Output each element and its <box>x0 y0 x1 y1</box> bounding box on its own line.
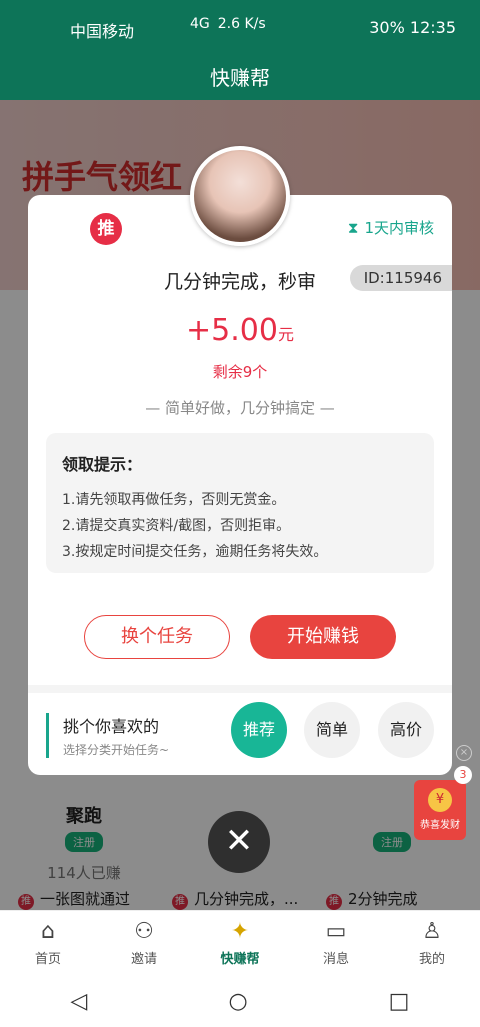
slogan-text: — 简单好做，几分钟搞定 — <box>145 399 335 417</box>
page-title: 快赚帮 <box>210 66 270 90</box>
category-high-price-button[interactable]: 高价 <box>378 702 434 758</box>
people-icon: ⚇ <box>134 919 154 944</box>
user-icon: ♙ <box>422 919 442 944</box>
status-right: 30% 12:35 <box>369 18 456 37</box>
tips-box: 领取提示： 1.请先领取再做任务，否则无赏金。 2.请提交真实资料/截图，否则拒… <box>46 433 434 573</box>
remaining-count: 剩余9个 <box>212 363 268 381</box>
coin-icon: ¥ <box>428 788 452 812</box>
category-picker-heading: 挑个你喜欢的 选择分类开始任务~ <box>46 713 169 758</box>
pick-subtitle: 选择分类开始任务~ <box>63 743 170 757</box>
tip-line: 2.请提交真实资料/截图，否则拒审。 <box>62 518 291 534</box>
nav-item-main[interactable]: ✦ 快赚帮 <box>192 911 288 975</box>
app-header: 快赚帮 <box>0 52 480 100</box>
price-value: +5.00 <box>186 313 278 348</box>
message-icon: ▭ <box>325 919 347 944</box>
status-bar: 中国移动 4G 2.6 K/s 30% 12:35 <box>0 0 480 52</box>
recommend-badge: 推 <box>90 213 122 245</box>
net-speed-text: 2.6 K/s <box>217 16 266 32</box>
nav-label: 邀请 <box>130 952 157 967</box>
nav-label: 我的 <box>418 952 445 967</box>
task-id-tag: ID:115946 <box>349 265 452 291</box>
price-unit: 元 <box>277 325 294 344</box>
avatar <box>190 146 290 246</box>
nav-label: 消息 <box>322 952 349 967</box>
nav-item-invite[interactable]: ⚇ 邀请 <box>96 911 192 975</box>
red-packet-button[interactable]: ¥ 恭喜发财 <box>414 780 466 840</box>
category-easy-button[interactable]: 简单 <box>304 702 360 758</box>
close-small-icon[interactable]: × <box>456 745 472 761</box>
nav-item-home[interactable]: ⌂ 首页 <box>0 911 96 975</box>
tip-line: 3.按规定时间提交任务，逾期任务将失效。 <box>62 544 328 560</box>
category-recommend-button[interactable]: 推荐 <box>231 702 287 758</box>
network-type-text: 4G <box>190 16 210 32</box>
battery-text: 30% <box>369 18 405 37</box>
change-task-button[interactable]: 换个任务 <box>84 615 230 659</box>
review-time: ⧗ 1天内审核 <box>348 217 434 238</box>
system-nav-bar: ◁ ○ □ <box>0 975 480 1027</box>
nav-item-messages[interactable]: ▭ 消息 <box>288 911 384 975</box>
home-circle-icon[interactable]: ○ <box>228 989 247 1014</box>
status-icons: 4G 2.6 K/s <box>190 16 266 32</box>
carrier-text: 中国移动 <box>70 22 135 41</box>
nav-item-mine[interactable]: ♙ 我的 <box>384 911 480 975</box>
tips-title: 领取提示： <box>62 455 143 474</box>
back-icon[interactable]: ◁ <box>71 989 88 1014</box>
recents-icon[interactable]: □ <box>389 989 410 1014</box>
logo-icon: ✦ <box>230 919 250 944</box>
home-icon: ⌂ <box>41 919 55 944</box>
bottom-nav: ⌂ 首页 ⚇ 邀请 ✦ 快赚帮 ▭ 消息 ♙ 我的 <box>0 910 480 975</box>
hourglass-icon: ⧗ <box>347 219 359 237</box>
nav-label: 首页 <box>34 952 61 967</box>
start-earning-button[interactable]: 开始赚钱 <box>250 615 396 659</box>
nav-label: 快赚帮 <box>220 952 260 967</box>
pick-title: 挑个你喜欢的 <box>63 717 160 736</box>
tip-line: 1.请先领取再做任务，否则无赏金。 <box>62 492 286 508</box>
reward-price: +5.00元 <box>28 313 452 348</box>
close-modal-button[interactable]: ✕ <box>208 811 270 873</box>
review-time-text: 1天内审核 <box>364 219 434 237</box>
divider <box>28 685 452 693</box>
task-modal: 推 ⧗ 1天内审核 几分钟完成，秒审 ID:115946 +5.00元 剩余9个 … <box>28 195 452 775</box>
red-packet-count: 3 <box>454 766 472 784</box>
red-packet-label: 恭喜发财 <box>420 820 460 831</box>
clock-text: 12:35 <box>409 18 456 37</box>
